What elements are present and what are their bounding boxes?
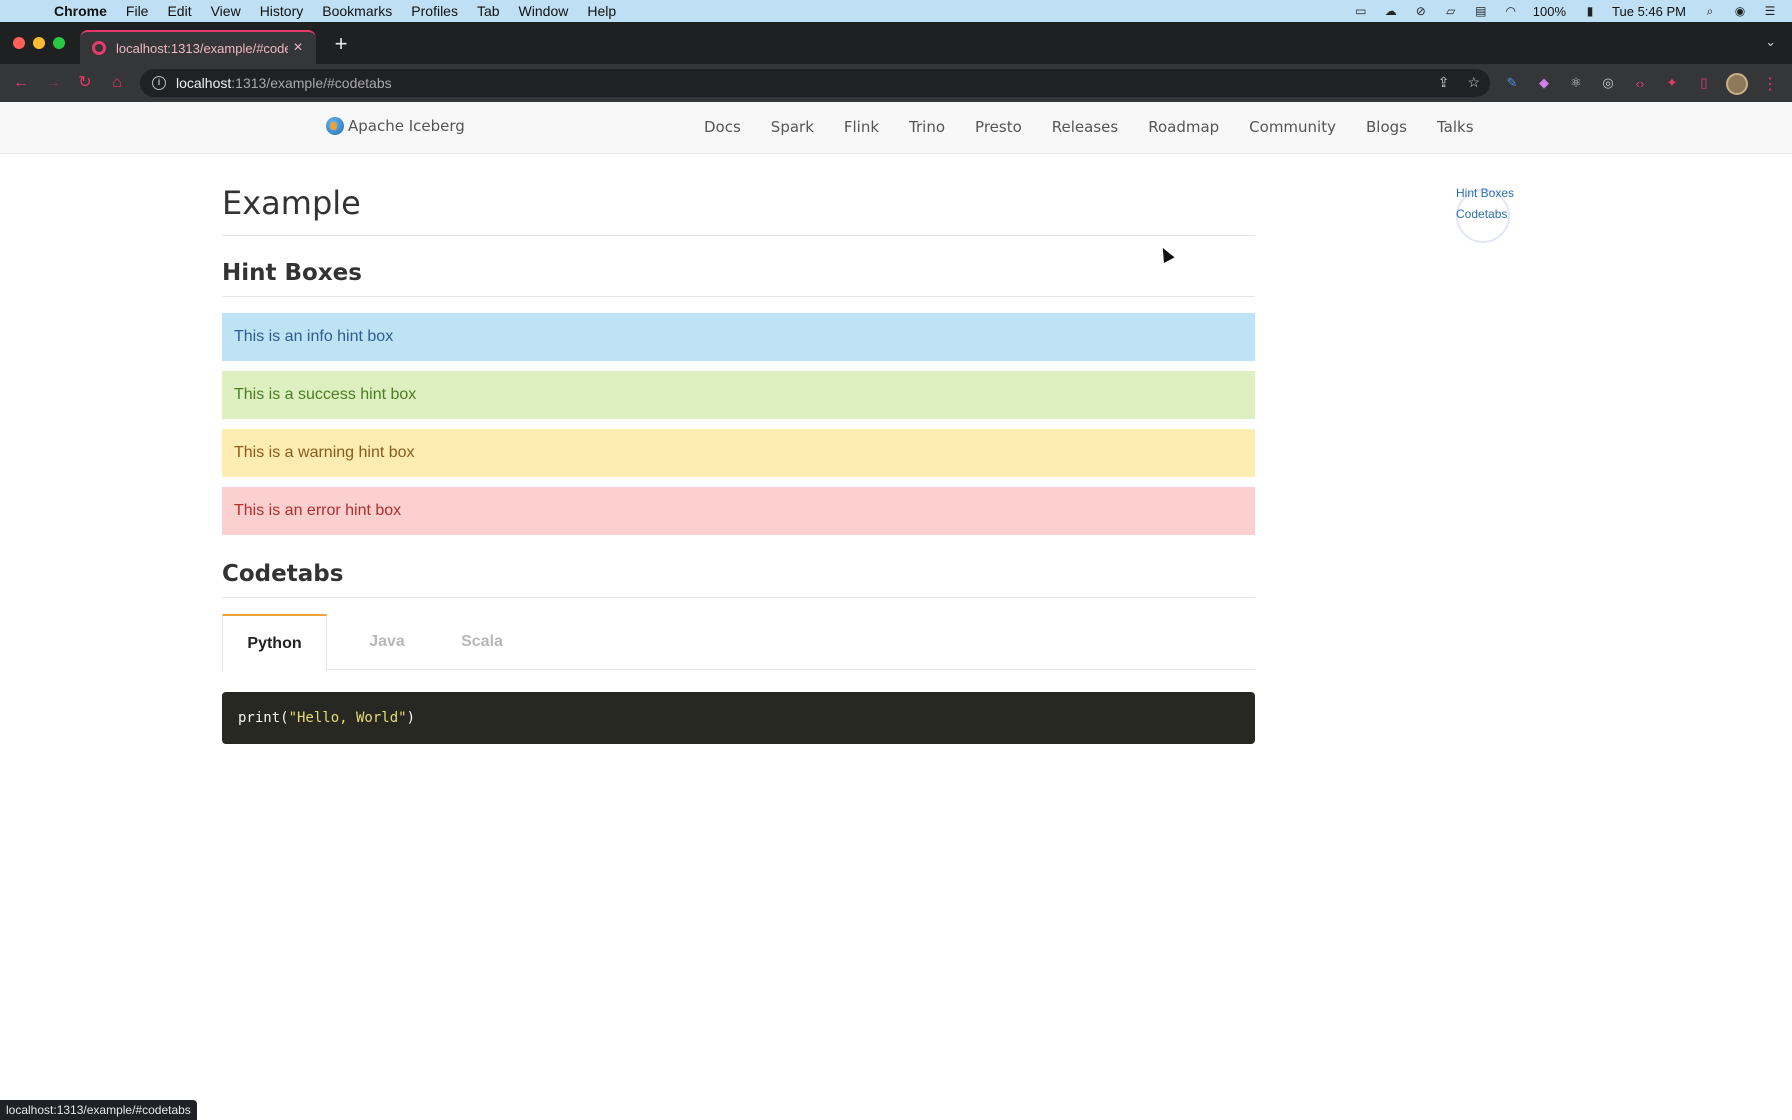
forward-arrow-icon[interactable]: → <box>42 72 64 94</box>
codetabs-heading: Codetabs <box>222 561 1255 598</box>
nav-link-roadmap[interactable]: Roadmap <box>1148 118 1219 136</box>
code-function: print( <box>238 710 289 726</box>
toc-link-codetabs[interactable]: Codetabs <box>1456 204 1514 225</box>
menubar-status-area: ▭ ☁ ⊘ ▱ ▤ ◠ 100% ▮ Tue 5:46 PM ⌕ ◉ ☰ <box>1353 0 1792 22</box>
menubar-clock[interactable]: Tue 5:46 PM <box>1612 4 1686 19</box>
omnibox-actions: ⇪ ☆ <box>1438 74 1480 91</box>
nav-link-flink[interactable]: Flink <box>844 118 879 136</box>
react-devtools-icon[interactable]: ⚛ <box>1566 73 1586 93</box>
airplay-icon[interactable]: ▱ <box>1443 4 1459 18</box>
warning-hint-box: This is a warning hint box <box>222 429 1255 477</box>
tab-python[interactable]: Python <box>222 614 327 671</box>
cloud-icon[interactable]: ☁ <box>1383 4 1399 18</box>
mic-off-icon[interactable]: ⊘ <box>1413 4 1429 18</box>
iceberg-logo-icon <box>326 117 344 135</box>
nav-link-community[interactable]: Community <box>1249 118 1336 136</box>
bookmark-star-icon[interactable]: ☆ <box>1467 74 1480 91</box>
flag-icon[interactable]: ▤ <box>1473 4 1489 18</box>
nav-links: Docs Spark Flink Trino Presto Releases R… <box>704 118 1504 136</box>
page-title: Example <box>222 184 1255 236</box>
url-path: :1313/example/#codetabs <box>231 75 392 91</box>
menu-history[interactable]: History <box>260 3 304 19</box>
code-close-paren: ) <box>406 710 416 726</box>
nav-link-trino[interactable]: Trino <box>909 118 945 136</box>
success-hint-box: This is a success hint box <box>222 371 1255 419</box>
tab-favicon-icon <box>92 41 106 55</box>
spotlight-icon[interactable]: ⌕ <box>1702 4 1718 18</box>
grammar-extension-icon[interactable]: ◎ <box>1598 73 1618 93</box>
nav-link-docs[interactable]: Docs <box>704 118 741 136</box>
side-panel-icon[interactable]: ▯ <box>1694 73 1714 93</box>
siri-icon[interactable]: ◉ <box>1732 4 1748 18</box>
back-arrow-icon[interactable]: ← <box>10 72 32 94</box>
menu-view[interactable]: View <box>211 3 241 19</box>
wifi-icon[interactable]: ◠ <box>1503 4 1519 18</box>
tab-strip: localhost:1313/example/#codetabs × + ⌄ <box>0 22 1792 64</box>
brand-link[interactable]: Apache Iceberg <box>326 117 465 135</box>
tab-java[interactable]: Java <box>337 614 437 670</box>
menu-edit[interactable]: Edit <box>167 3 191 19</box>
nav-link-presto[interactable]: Presto <box>975 118 1022 136</box>
error-hint-box: This is an error hint box <box>222 487 1255 535</box>
minimize-window-button[interactable] <box>33 37 45 49</box>
hint-boxes-heading: Hint Boxes <box>222 260 1255 297</box>
zoom-window-button[interactable] <box>53 37 65 49</box>
share-icon[interactable]: ⇪ <box>1438 74 1450 91</box>
mac-menubar: Chrome File Edit View History Bookmarks … <box>0 0 1792 22</box>
tab-scala[interactable]: Scala <box>432 614 532 670</box>
toc-link-hint-boxes[interactable]: Hint Boxes <box>1456 183 1514 204</box>
nav-link-spark[interactable]: Spark <box>771 118 814 136</box>
code-extension-icon[interactable]: ‹› <box>1630 73 1650 93</box>
menu-bookmarks[interactable]: Bookmarks <box>322 3 392 19</box>
tab-title: localhost:1313/example/#codetabs <box>116 40 288 56</box>
code-block: print("Hello, World") <box>222 692 1255 744</box>
nav-link-blogs[interactable]: Blogs <box>1366 118 1407 136</box>
main-content: Example Hint Boxes This is an info hint … <box>222 154 1255 744</box>
site-info-icon[interactable]: i <box>152 76 166 90</box>
menu-tab[interactable]: Tab <box>477 3 500 19</box>
control-center-icon[interactable]: ☰ <box>1762 4 1778 18</box>
menu-app-chrome[interactable]: Chrome <box>54 3 107 19</box>
address-bar[interactable]: i localhost :1313/example/#codetabs ⇪ ☆ <box>140 69 1490 97</box>
reload-icon[interactable]: ↻ <box>74 72 96 94</box>
tool-extension-icon[interactable]: ✎ <box>1502 73 1522 93</box>
codetabs-tablist: Python Java Scala <box>222 614 1255 671</box>
menu-window[interactable]: Window <box>519 3 569 19</box>
battery-icon[interactable]: ▮ <box>1582 4 1598 18</box>
url-host: localhost <box>176 75 232 91</box>
browser-toolbar: ← → ↻ ⌂ i localhost :1313/example/#codet… <box>0 64 1792 102</box>
display-icon[interactable]: ▭ <box>1353 4 1369 18</box>
nav-link-releases[interactable]: Releases <box>1052 118 1118 136</box>
nav-link-talks[interactable]: Talks <box>1437 118 1474 136</box>
profile-avatar[interactable] <box>1726 73 1748 95</box>
tab-search-chevron-icon[interactable]: ⌄ <box>1765 34 1776 50</box>
puzzle-extensions-icon[interactable]: ✦ <box>1662 73 1682 93</box>
browser-menu-icon[interactable]: ⋮ <box>1762 74 1778 94</box>
menu-file[interactable]: File <box>126 3 149 19</box>
home-icon[interactable]: ⌂ <box>106 72 128 94</box>
site-navbar: Apache Iceberg Docs Spark Flink Trino Pr… <box>0 102 1792 154</box>
close-window-button[interactable] <box>13 37 25 49</box>
menu-help[interactable]: Help <box>587 3 616 19</box>
info-hint-box: This is an info hint box <box>222 313 1255 361</box>
browser-tab-active[interactable]: localhost:1313/example/#codetabs × <box>80 30 316 64</box>
status-url-bar: localhost:1313/example/#codetabs <box>0 1100 197 1120</box>
color-picker-extension-icon[interactable]: ◆ <box>1534 73 1554 93</box>
battery-percent: 100% <box>1532 3 1567 19</box>
brand-name: Apache Iceberg <box>348 117 465 135</box>
menu-profiles[interactable]: Profiles <box>411 3 458 19</box>
code-string: "Hello, World" <box>288 710 407 726</box>
extensions-area: ✎ ◆ ⚛ ◎ ‹› ✦ ▯ <box>1502 73 1748 95</box>
tab-close-icon[interactable]: × <box>288 39 308 57</box>
new-tab-button[interactable]: + <box>330 33 352 56</box>
table-of-contents: Hint Boxes Codetabs <box>1456 183 1514 225</box>
